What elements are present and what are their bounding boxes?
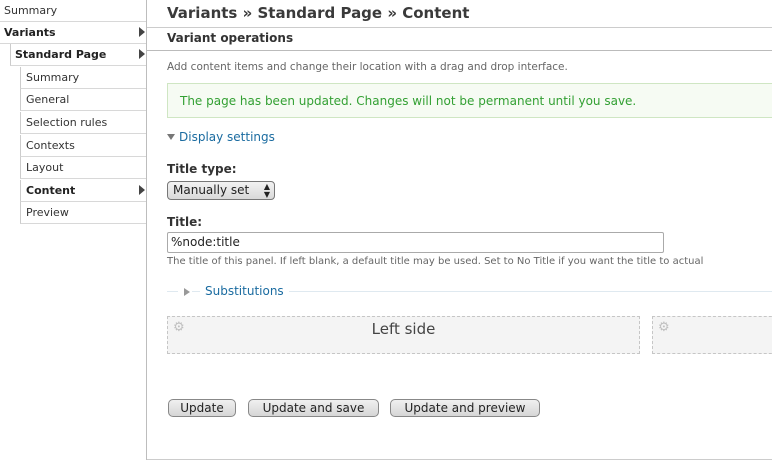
sidebar-item-standard-page[interactable]: Standard Page (10, 44, 147, 66)
sidebar-item-contexts[interactable]: Contexts (20, 135, 147, 157)
title-help-text: The title of this panel. If left blank, … (167, 256, 704, 267)
substitutions-toggle[interactable]: Substitutions (200, 284, 289, 298)
divider (147, 50, 772, 51)
sidebar-item-selection-rules[interactable]: Selection rules (20, 112, 147, 134)
arrow-right-icon (139, 49, 145, 59)
sidebar: Summary Variants Standard Page Summary G… (0, 0, 147, 230)
sidebar-item-summary[interactable]: Summary (0, 0, 147, 22)
sidebar-item-label: Contexts (26, 139, 75, 152)
status-message: The page has been updated. Changes will … (167, 83, 772, 118)
status-message-text: The page has been updated. Changes will … (180, 94, 637, 108)
display-settings-label: Display settings (179, 130, 275, 144)
title-input[interactable]: %node:title (167, 232, 664, 253)
divider (147, 27, 772, 28)
title-type-value: Manually set (173, 183, 250, 197)
title-label: Title: (167, 215, 203, 229)
sidebar-item-label: Standard Page (15, 48, 107, 61)
sidebar-item-label: Content (26, 184, 76, 197)
sidebar-item-label: Preview (26, 206, 69, 219)
update-button[interactable]: Update (168, 399, 236, 417)
sidebar-item-label: Summary (4, 4, 58, 17)
sidebar-item-label: Layout (26, 161, 64, 174)
region-title: Left side (371, 320, 436, 338)
arrow-right-icon (139, 185, 145, 195)
title-type-label: Title type: (167, 162, 237, 176)
substitutions-label: Substitutions (205, 284, 284, 298)
sidebar-item-label: Summary (26, 71, 80, 84)
sidebar-item-label: Variants (4, 26, 56, 39)
region-right-side: ⚙ (652, 316, 772, 354)
triangle-down-icon (167, 134, 175, 140)
sidebar-item-layout[interactable]: Layout (20, 157, 147, 179)
sidebar-item-preview[interactable]: Preview (20, 202, 147, 224)
sidebar-item-general[interactable]: General (20, 89, 147, 111)
update-and-preview-button[interactable]: Update and preview (390, 399, 540, 417)
section-title: Variant operations (167, 31, 294, 45)
triangle-right-icon[interactable] (184, 288, 190, 296)
sidebar-item-label: General (26, 93, 70, 106)
gear-icon[interactable]: ⚙ (658, 321, 670, 335)
region-left-side: ⚙ Left side (167, 316, 640, 354)
sidebar-divider (146, 0, 147, 460)
display-settings-toggle[interactable]: Display settings (167, 130, 275, 144)
sidebar-item-label: Selection rules (26, 116, 108, 129)
sidebar-item-content[interactable]: Content (20, 180, 147, 202)
title-type-select[interactable]: Manually set ▲ ▼ (167, 181, 275, 200)
page-description: Add content items and change their locat… (167, 61, 568, 73)
sidebar-item-variant-summary[interactable]: Summary (20, 67, 147, 89)
arrow-right-icon (139, 27, 145, 37)
title-input-value: %node:title (171, 235, 240, 249)
breadcrumb: Variants » Standard Page » Content (167, 4, 470, 22)
select-arrows-icon: ▲ ▼ (263, 182, 270, 199)
divider (147, 459, 772, 460)
sidebar-item-variants[interactable]: Variants (0, 22, 147, 44)
update-and-save-button[interactable]: Update and save (248, 399, 379, 417)
